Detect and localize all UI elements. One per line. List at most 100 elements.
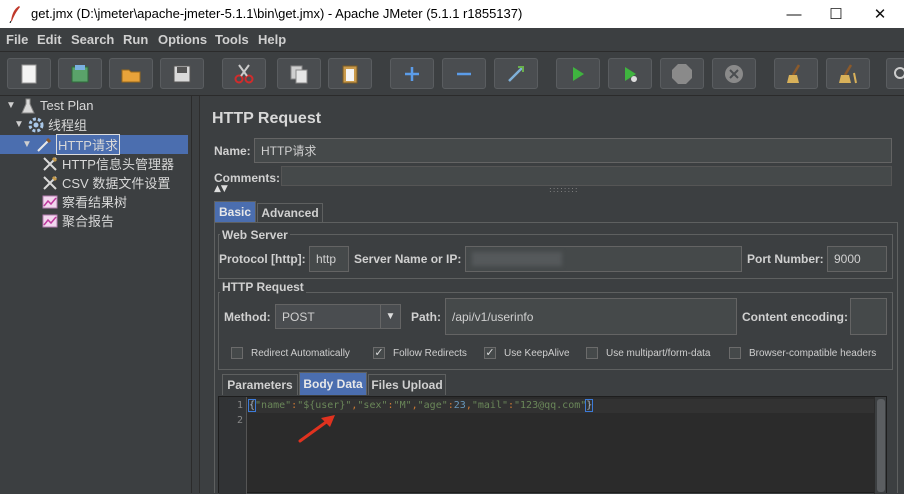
stop-icon: [672, 63, 692, 84]
checkbox-label: Follow Redirects: [393, 347, 467, 359]
comments-splitter[interactable]: ▲▼ ::::::::: [214, 184, 892, 196]
port-label: Port Number:: [747, 252, 824, 266]
open-button[interactable]: [109, 58, 153, 89]
tree-item-thread-group[interactable]: 线程组: [28, 115, 87, 134]
scissors-icon: [234, 63, 254, 83]
tree-item-aggregate-report[interactable]: 聚合报告: [42, 211, 114, 230]
tree-item-test-plan[interactable]: Test Plan: [20, 96, 93, 115]
http-request-panel: HTTP Request Name: HTTP请求 Comments: ▲▼ :…: [201, 96, 904, 494]
menu-file[interactable]: File: [6, 32, 28, 47]
path-field[interactable]: /api/v1/userinfo: [445, 298, 737, 335]
method-label: Method:: [224, 310, 271, 324]
play-no-pause-icon: [625, 66, 637, 82]
expand-triangle-icon[interactable]: ▼: [14, 119, 24, 130]
browser-compatible-checkbox[interactable]: Browser-compatible headers: [729, 347, 876, 359]
menu-search[interactable]: Search: [71, 32, 114, 47]
tab-basic[interactable]: Basic: [214, 201, 256, 222]
menu-bar: File Edit Search Run Options Tools Help: [0, 28, 904, 52]
jmeter-feather-icon: [9, 6, 20, 23]
clear-button[interactable]: [774, 58, 818, 89]
comments-label: Comments:: [214, 171, 281, 185]
tree-item-label: 察看结果树: [62, 195, 128, 210]
scrollbar-thumb[interactable]: [877, 399, 885, 492]
menu-help[interactable]: Help: [258, 32, 286, 47]
splitter-arrows-icon: ▲▼: [214, 184, 228, 194]
menu-edit[interactable]: Edit: [37, 32, 62, 47]
cut-button[interactable]: [222, 58, 266, 89]
tree-item-header-manager[interactable]: HTTP信息头管理器: [42, 154, 174, 173]
line-number-gutter: 1 2: [219, 397, 247, 494]
start-button[interactable]: [556, 58, 600, 89]
copy-button[interactable]: [277, 58, 321, 89]
test-plan-tree: ▼ Test Plan ▼ 线程组 ▼ HTTP请求 HTTP信息头管理器 CS…: [0, 96, 192, 493]
toggle-button[interactable]: [494, 58, 538, 89]
tab-files-upload[interactable]: Files Upload: [368, 374, 446, 395]
checkbox-box: [729, 347, 741, 359]
copy-icon: [290, 65, 308, 83]
chart-icon: [42, 194, 58, 210]
collapse-all-button[interactable]: [442, 58, 486, 89]
redirect-automatically-checkbox[interactable]: Redirect Automatically: [231, 347, 350, 359]
expand-all-button[interactable]: [390, 58, 434, 89]
content-encoding-field[interactable]: [850, 298, 887, 335]
checkbox-label: Use KeepAlive: [504, 347, 570, 359]
menu-tools[interactable]: Tools: [215, 32, 249, 47]
name-field[interactable]: HTTP请求: [254, 138, 892, 163]
tree-item-http-request[interactable]: ▼ HTTP请求: [0, 134, 188, 155]
grip-dots-icon: ::::::::: [549, 185, 579, 194]
expand-triangle-icon[interactable]: ▼: [22, 139, 32, 150]
editor-scrollbar[interactable]: [874, 397, 886, 494]
panel-title: HTTP Request: [212, 110, 322, 127]
use-keepalive-checkbox[interactable]: ✓ Use KeepAlive: [484, 347, 570, 359]
tree-item-csv-data-set[interactable]: CSV 数据文件设置: [42, 173, 170, 192]
content-encoding-label: Content encoding:: [742, 310, 848, 324]
maximize-button[interactable]: ☐: [814, 0, 858, 28]
tree-item-view-results-tree[interactable]: 察看结果树: [42, 192, 127, 211]
tab-body-data[interactable]: Body Data: [299, 372, 367, 395]
shutdown-icon: [725, 64, 743, 83]
json-number: 23: [453, 400, 466, 411]
body-data-editor[interactable]: 1 2 {"name":"${user}","sex":"M","age":23…: [218, 396, 887, 494]
checkbox-label: Use multipart/form-data: [606, 347, 711, 359]
port-field[interactable]: 9000: [827, 246, 887, 272]
line-number: 1: [236, 400, 243, 411]
new-button[interactable]: [7, 58, 51, 89]
json-brace: }: [585, 399, 594, 412]
shutdown-button[interactable]: [712, 58, 756, 89]
start-no-pauses-button[interactable]: [608, 58, 652, 89]
use-multipart-checkbox[interactable]: Use multipart/form-data: [586, 347, 710, 359]
checkbox-label: Browser-compatible headers: [749, 347, 877, 359]
search-button[interactable]: [886, 58, 904, 89]
follow-redirects-checkbox[interactable]: ✓ Follow Redirects: [373, 347, 467, 359]
play-icon: [573, 66, 584, 81]
broom-all-icon: [839, 63, 857, 83]
templates-button[interactable]: [58, 58, 102, 89]
http-request-group-title: HTTP Request: [220, 280, 306, 294]
server-name-field[interactable]: [465, 246, 742, 272]
title-bar: get.jmx (D:\jmeter\apache-jmeter-5.1.1\b…: [0, 0, 904, 28]
blurred-text: [472, 252, 562, 266]
method-select[interactable]: POST ▼: [275, 304, 401, 329]
comments-field[interactable]: [281, 166, 892, 186]
menu-run[interactable]: Run: [123, 32, 148, 47]
chevron-down-icon[interactable]: ▼: [380, 305, 400, 328]
tab-advanced[interactable]: Advanced: [257, 203, 323, 222]
minus-icon: [457, 72, 471, 75]
minimize-button[interactable]: —: [772, 0, 816, 28]
close-window-button[interactable]: ✕: [858, 0, 902, 28]
clipboard-icon: [342, 65, 358, 83]
path-label: Path:: [411, 310, 441, 324]
paste-button[interactable]: [328, 58, 372, 89]
tab-parameters[interactable]: Parameters: [222, 374, 298, 395]
expand-triangle-icon[interactable]: ▼: [6, 100, 16, 111]
json-key: "age": [417, 400, 448, 411]
clear-all-button[interactable]: [826, 58, 870, 89]
stop-button[interactable]: [660, 58, 704, 89]
json-value: "${user}": [297, 400, 352, 411]
json-value: "123@qq.com": [514, 400, 587, 411]
split-pane-divider[interactable]: [192, 96, 200, 493]
pipette-icon: [36, 137, 52, 153]
protocol-field[interactable]: http: [309, 246, 349, 272]
save-button[interactable]: [160, 58, 204, 89]
menu-options[interactable]: Options: [158, 32, 207, 47]
